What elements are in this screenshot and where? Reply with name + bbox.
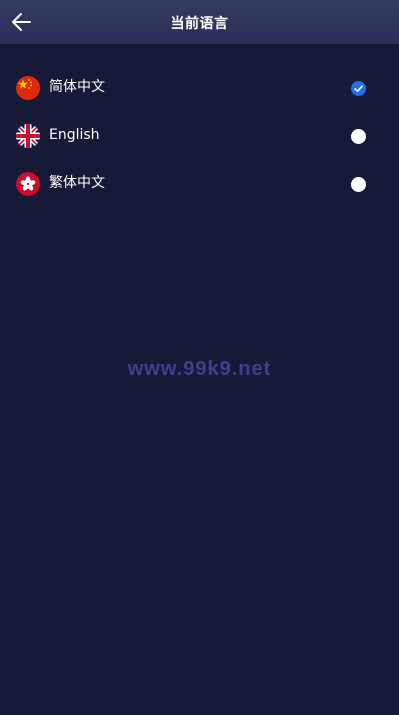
check-icon: [354, 85, 363, 92]
uk-flag-icon: [16, 124, 40, 148]
language-option-simplified-chinese[interactable]: 简体中文: [0, 64, 399, 112]
language-option-english[interactable]: English: [0, 112, 399, 160]
language-option-traditional-chinese[interactable]: 繁体中文: [0, 160, 399, 208]
selected-radio[interactable]: [351, 81, 366, 96]
hong-kong-flag-icon: [16, 172, 40, 196]
app-header: 当前语言: [0, 0, 399, 44]
page-title: 当前语言: [170, 16, 229, 32]
language-label: 繁体中文: [49, 175, 105, 191]
unselected-radio[interactable]: [351, 129, 366, 144]
language-label: 简体中文: [49, 79, 105, 95]
china-flag-icon: [16, 76, 40, 100]
unselected-radio[interactable]: [351, 177, 366, 192]
language-list: 简体中文 English 繁体中文: [0, 64, 399, 208]
watermark-text: www.99k9.net: [127, 358, 272, 380]
language-label: English: [49, 127, 100, 143]
